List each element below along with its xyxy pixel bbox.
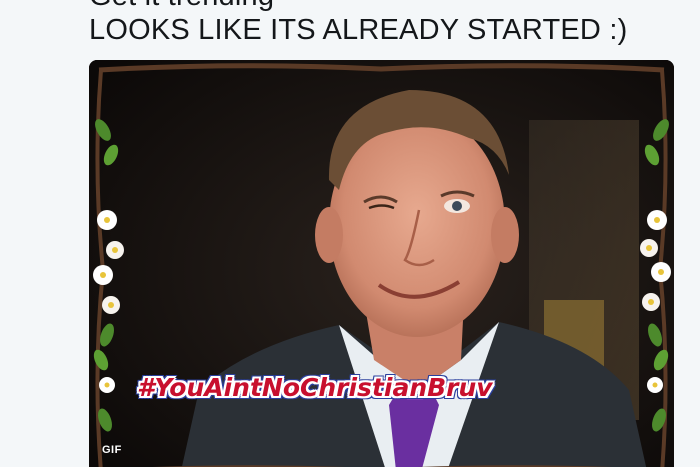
gif-media[interactable]: #YouAintNoChristianBruv GIF (89, 60, 674, 467)
tweet-text-line-2: LOOKS LIKE ITS ALREADY STARTED :) (89, 14, 628, 46)
tweet-text-line-1: Get it trending (89, 0, 274, 13)
gif-badge: GIF (102, 444, 122, 456)
hashtag-caption: #YouAintNoChristianBruv (137, 373, 493, 402)
tweet-screenshot: Get it trending LOOKS LIKE ITS ALREADY S… (0, 0, 700, 467)
gif-frame-image (89, 60, 674, 467)
